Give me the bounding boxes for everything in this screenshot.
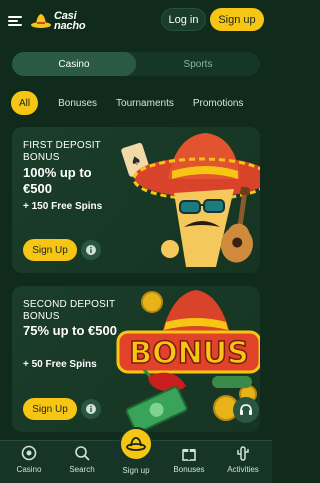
bonus-art-text: BONUS bbox=[129, 336, 248, 371]
card-signup-button[interactable]: Sign Up bbox=[23, 398, 77, 420]
nav-signup-label: Sign up bbox=[122, 466, 150, 475]
hamburger-menu-icon[interactable] bbox=[8, 16, 22, 26]
card-free-spins: + 150 Free Spins bbox=[23, 201, 103, 212]
nav-bonuses[interactable]: Bonuses bbox=[163, 445, 215, 481]
header: Casi nacho Log in Sign up bbox=[0, 0, 272, 42]
nav-signup-sombrero-button[interactable] bbox=[119, 427, 153, 461]
card-signup-button[interactable]: Sign Up bbox=[23, 239, 77, 261]
chip-all[interactable]: All bbox=[11, 91, 39, 115]
logo[interactable]: Casi nacho bbox=[30, 10, 86, 32]
tab-casino[interactable]: Casino bbox=[12, 52, 136, 76]
filter-chips: All Bonuses Tournaments Promotions bbox=[11, 91, 254, 115]
info-icon[interactable] bbox=[81, 399, 101, 419]
cactus-icon bbox=[235, 445, 251, 461]
casino-chip-icon bbox=[21, 445, 37, 461]
chip-tournaments[interactable]: Tournaments bbox=[108, 91, 182, 115]
casino-sports-toggle: Casino Sports bbox=[12, 52, 260, 76]
card-offer: 75% up to €500 bbox=[23, 323, 117, 338]
gift-icon bbox=[181, 445, 197, 461]
search-icon bbox=[74, 445, 90, 461]
sombrero-logo-icon bbox=[30, 10, 52, 32]
info-icon[interactable] bbox=[81, 240, 101, 260]
promo-card-second-deposit[interactable]: BONUS SECOND DEPOSIT BONUS 75% up to €50… bbox=[12, 286, 260, 432]
card-offer: 100% up to €500 bbox=[23, 165, 92, 196]
signup-button[interactable]: Sign up bbox=[210, 8, 264, 31]
support-headset-icon[interactable] bbox=[233, 397, 259, 423]
card-title: SECOND DEPOSIT BONUS bbox=[23, 299, 116, 322]
logo-text: Casi nacho bbox=[54, 10, 86, 32]
card-title: FIRST DEPOSIT BONUS bbox=[23, 140, 101, 163]
chip-bonuses[interactable]: Bonuses bbox=[50, 91, 105, 115]
nav-casino[interactable]: Casino bbox=[3, 445, 55, 481]
nav-activities[interactable]: Activities bbox=[217, 445, 269, 481]
login-button[interactable]: Log in bbox=[161, 8, 206, 31]
tab-sports[interactable]: Sports bbox=[136, 52, 260, 76]
card-free-spins: + 50 Free Spins bbox=[23, 359, 97, 370]
nav-search[interactable]: Search bbox=[56, 445, 108, 481]
chip-promotions[interactable]: Promotions bbox=[185, 91, 252, 115]
nacho-mascot-illustration: ♠ bbox=[121, 133, 260, 267]
promo-card-first-deposit[interactable]: ♠ FIRST DEPOSIT BONUS 100% up to €500 + … bbox=[12, 127, 260, 273]
sombrero-icon bbox=[126, 437, 146, 451]
